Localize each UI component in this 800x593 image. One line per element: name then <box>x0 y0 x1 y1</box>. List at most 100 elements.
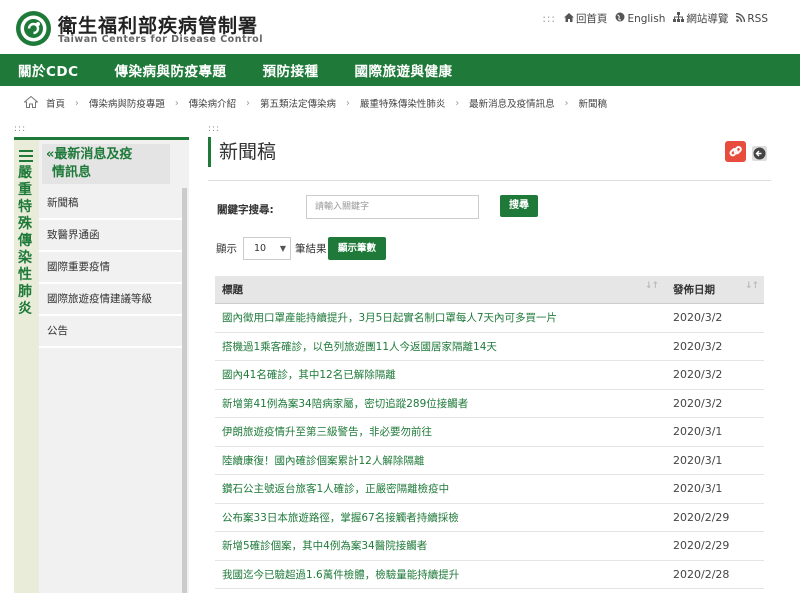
row-date: 2020/2/29 <box>673 510 730 524</box>
org-name-en: Taiwan Centers for Disease Control <box>58 34 263 45</box>
home-breadcrumb-icon[interactable] <box>23 95 39 111</box>
row-date: 2020/3/1 <box>673 482 723 496</box>
page-title: 新聞稿 <box>208 137 276 167</box>
row-title-link[interactable]: 陸續康復！國內確診個案累計12人解除隔離 <box>215 453 664 468</box>
rss-link[interactable]: RSS <box>736 12 768 25</box>
main-accesskey-dots: ::: <box>208 124 221 134</box>
sidebar-item-international-outbreaks[interactable]: 國際重要疫情 <box>39 252 182 284</box>
search-button[interactable]: 搜尋 <box>500 195 538 217</box>
sidebar-vertical-bar: 嚴重特殊傳染性肺炎 <box>14 140 39 593</box>
breadcrumb-current: 新聞稿 <box>578 99 607 110</box>
sort-icon: ↓↑ <box>744 281 759 291</box>
row-title-link[interactable]: 我國迄今已驗超過1.6萬件檢體，檢驗量能持續提升 <box>215 567 664 582</box>
sidebar-vertical-title: 嚴重特殊傳染性肺炎 <box>18 165 32 317</box>
nav-item-vaccination[interactable]: 預防接種 <box>263 60 319 80</box>
sidebar-item-press-release[interactable]: 新聞稿 <box>39 188 182 220</box>
sitemap-link[interactable]: 網站導覽 <box>673 11 728 26</box>
row-title-link[interactable]: 搭機過1乘客確診，以色列旅遊團11人今返國居家隔離14天 <box>215 339 664 354</box>
link-icon <box>725 146 746 166</box>
table-row: 伊朗旅遊疫情升至第三級警告，非必要勿前往 2020/3/1 <box>215 418 764 447</box>
breadcrumb-item[interactable]: 傳染病與防疫專題 <box>89 96 165 110</box>
home-icon <box>563 12 574 25</box>
result-label: 筆結果 <box>295 243 327 255</box>
sidebar-section-title[interactable]: «最新消息及疫 情訊息 <box>42 144 170 184</box>
nav-item-about[interactable]: 關於CDC <box>18 60 79 80</box>
column-header-title-label: 標題 <box>222 284 243 296</box>
sitemap-link-label: 網站導覽 <box>686 13 729 25</box>
sidebar-accesskey-dots: ::: <box>14 124 27 134</box>
sidebar: 嚴重特殊傳染性肺炎 «最新消息及疫 情訊息 新聞稿 致醫界通函 國際重要疫情 國… <box>14 137 189 593</box>
table-row: 國內41名確診，其中12名已解除隔離 2020/3/2 <box>215 361 764 390</box>
sidebar-scrollbar[interactable] <box>182 188 187 593</box>
caret-down-icon: ▼ <box>279 244 286 253</box>
back-button[interactable] <box>752 146 767 161</box>
breadcrumb-separator-icon: › <box>564 97 569 109</box>
row-title-link[interactable]: 新增第41例為案34陪病家屬，密切追蹤289位接觸者 <box>215 396 664 411</box>
sidebar-section-title-line1: «最新消息及疫 <box>46 147 133 162</box>
sidebar-item-announcements[interactable]: 公告 <box>39 316 182 348</box>
breadcrumb-item[interactable]: 第五類法定傳染病 <box>260 96 336 110</box>
breadcrumb-separator-icon: › <box>75 97 79 109</box>
row-date: 2020/3/2 <box>673 368 723 382</box>
top-links: ::: 回首頁 English 網站導覽 RSS <box>542 11 768 26</box>
main-nav: 關於CDC 傳染病與防疫專題 預防接種 國際旅遊與健康 <box>0 54 800 86</box>
table-row: 鑽石公主號返台旅客1人確診，正嚴密隔離檢疫中 2020/3/1 <box>215 475 764 504</box>
table-row: 陸續康復！國內確診個案累計12人解除隔離 2020/3/1 <box>215 447 764 475</box>
row-title-link[interactable]: 公布案33日本旅遊路徑，掌握67名接觸者持續採檢 <box>215 510 664 525</box>
show-count-button[interactable]: 顯示筆數 <box>328 237 386 260</box>
arrow-left-icon <box>752 146 767 165</box>
table-row: 新增第41例為案34陪病家屬，密切追蹤289位接觸者 2020/3/2 <box>215 390 764 418</box>
sidebar-item-medical-letters[interactable]: 致醫界通函 <box>39 220 182 252</box>
breadcrumb-separator-icon: › <box>174 97 179 109</box>
page-size-select[interactable]: 10 ▼ <box>243 237 291 260</box>
table-row: 公布案33日本旅遊路徑，掌握67名接觸者持續採檢 2020/2/29 <box>215 504 764 532</box>
press-release-table: 標題 ↓↑ 發佈日期 ↓↑ 國內徵用口罩產能持續提升，3月5日起實名制口罩每人7… <box>215 276 764 589</box>
column-header-date[interactable]: 發佈日期 ↓↑ <box>664 281 764 297</box>
breadcrumb-separator-icon: › <box>246 97 250 109</box>
row-title-link[interactable]: 鑽石公主號返台旅客1人確診，正嚴密隔離檢疫中 <box>215 481 664 496</box>
sidebar-section-title-line2: 情訊息 <box>52 165 92 180</box>
nav-item-diseases[interactable]: 傳染病與防疫專題 <box>115 60 227 80</box>
row-date: 2020/3/1 <box>673 425 723 439</box>
sidebar-item-travel-advisory[interactable]: 國際旅遊疫情建議等級 <box>39 284 182 316</box>
breadcrumb-item[interactable]: 嚴重特殊傳染性肺炎 <box>360 96 446 110</box>
sort-icon: ↓↑ <box>644 281 659 291</box>
row-title-link[interactable]: 國內徵用口罩產能持續提升，3月5日起實名制口罩每人7天內可多買一片 <box>215 310 664 325</box>
breadcrumb-separator-icon: › <box>346 97 350 109</box>
table-row: 我國迄今已驗超過1.6萬件檢體，檢驗量能持續提升 2020/2/28 <box>215 561 764 589</box>
row-date: 2020/3/2 <box>673 311 723 325</box>
page-size-value: 10 <box>254 243 267 254</box>
row-title-link[interactable]: 新增5確診個案，其中4例為案34醫院接觸者 <box>215 538 664 553</box>
table-row: 新增5確診個案，其中4例為案34醫院接觸者 2020/2/29 <box>215 532 764 561</box>
row-title-link[interactable]: 伊朗旅遊疫情升至第三級警告，非必要勿前往 <box>215 424 664 439</box>
rss-link-label: RSS <box>747 12 768 25</box>
row-title-link[interactable]: 國內41名確診，其中12名已解除隔離 <box>215 367 664 382</box>
column-header-date-label: 發佈日期 <box>673 284 715 296</box>
row-date: 2020/2/28 <box>673 567 730 581</box>
menu-icon[interactable] <box>19 150 33 165</box>
nav-item-travel[interactable]: 國際旅遊與健康 <box>355 60 453 80</box>
sitemap-icon <box>673 12 685 25</box>
keyword-input[interactable]: 請輸入關鍵字 <box>306 195 479 219</box>
rss-icon <box>736 12 746 25</box>
row-date: 2020/3/2 <box>673 339 723 353</box>
table-row: 搭機過1乘客確診，以色列旅遊團11人今返國居家隔離14天 2020/3/2 <box>215 333 764 361</box>
table-row: 國內徵用口罩產能持續提升，3月5日起實名制口罩每人7天內可多買一片 2020/3… <box>215 304 764 333</box>
breadcrumb-item[interactable]: 首頁 <box>46 96 65 110</box>
breadcrumb-item[interactable]: 最新消息及疫情訊息 <box>469 96 555 110</box>
row-date: 2020/3/1 <box>673 453 723 467</box>
share-link-button[interactable] <box>725 141 746 162</box>
english-link[interactable]: English <box>615 12 665 25</box>
breadcrumb-separator-icon: › <box>455 97 460 109</box>
table-header: 標題 ↓↑ 發佈日期 ↓↑ <box>215 276 764 304</box>
row-date: 2020/2/29 <box>673 539 730 553</box>
row-date: 2020/3/2 <box>673 396 723 410</box>
accesskey-dots: ::: <box>542 12 556 25</box>
cdc-logo[interactable] <box>15 10 52 47</box>
home-link[interactable]: 回首頁 <box>563 11 608 26</box>
home-link-label: 回首頁 <box>575 13 608 25</box>
show-label: 顯示 <box>216 243 237 255</box>
english-link-label: English <box>627 12 666 25</box>
column-header-title[interactable]: 標題 ↓↑ <box>215 281 664 297</box>
breadcrumb-item[interactable]: 傳染病介紹 <box>189 96 237 110</box>
